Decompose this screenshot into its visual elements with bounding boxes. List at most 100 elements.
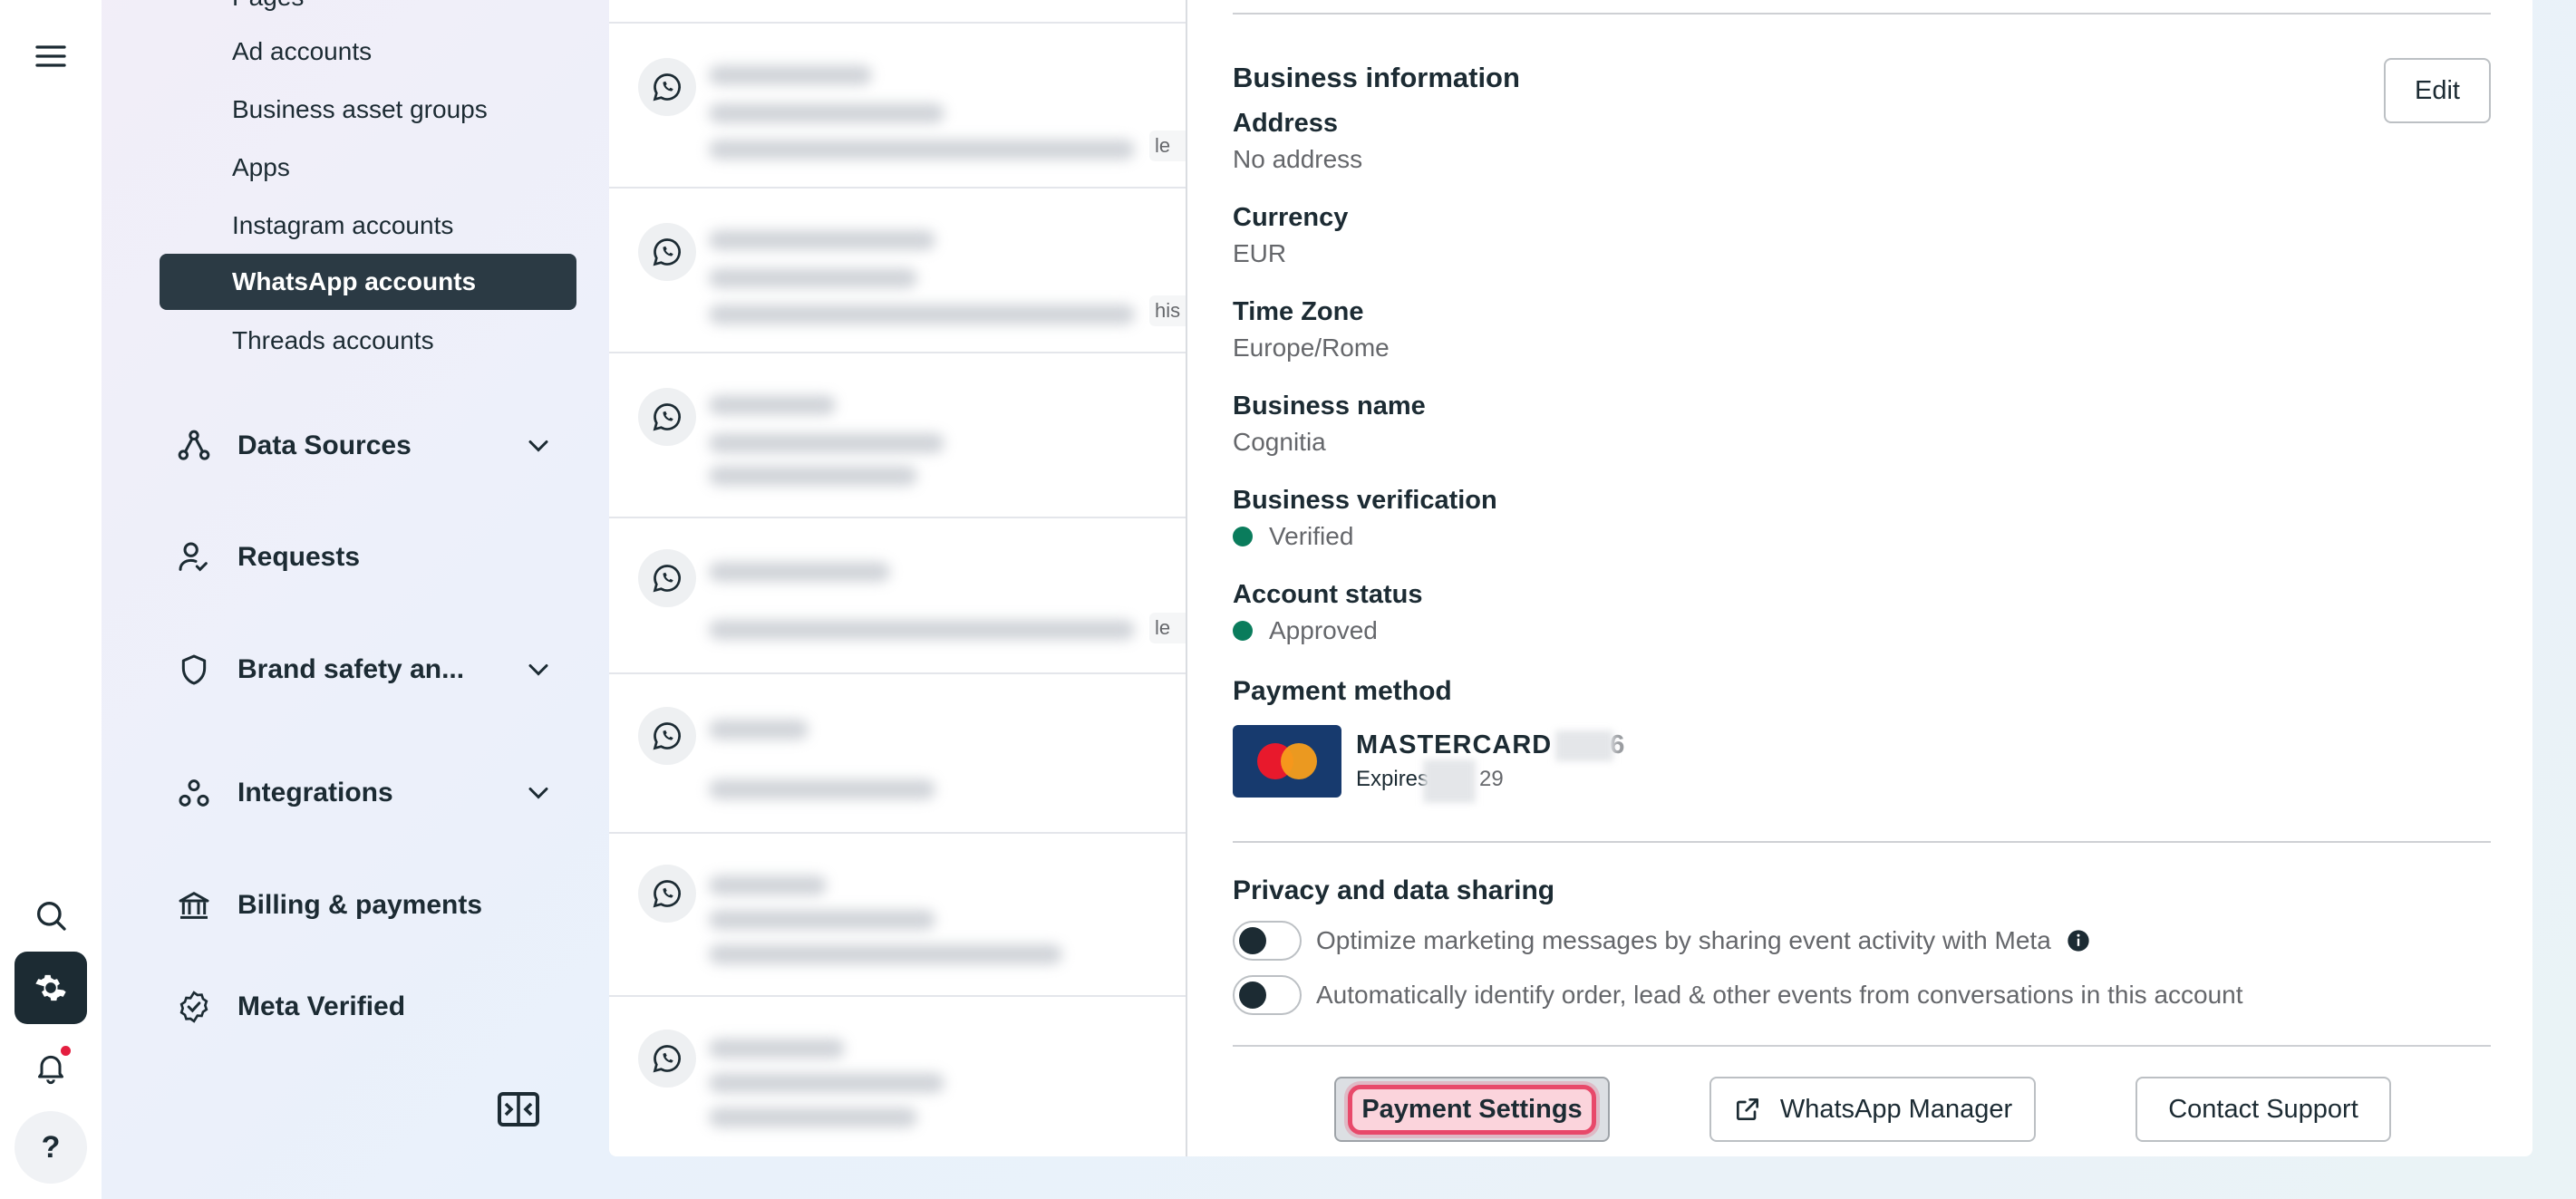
card-brand-text: MASTERCARD xyxy=(1356,730,1553,759)
settings-button[interactable] xyxy=(15,952,87,1024)
nav-label: Billing & payments xyxy=(237,890,483,920)
chevron-down-icon xyxy=(528,440,548,452)
whatsapp-icon-wrapper xyxy=(638,1030,696,1088)
list-item[interactable] xyxy=(609,0,1186,24)
nav-data-sources[interactable]: Data Sources xyxy=(174,414,555,478)
list-item[interactable]: le e xyxy=(609,24,1186,189)
status-dot-green xyxy=(1233,527,1253,546)
whatsapp-icon-wrapper xyxy=(638,58,696,116)
payment-settings-button[interactable]: Payment Settings xyxy=(1334,1077,1610,1142)
business-verification-label: Business verification xyxy=(1233,486,1497,515)
verification-status-text: Verified xyxy=(1269,522,1354,550)
nav-requests[interactable]: Requests xyxy=(174,526,555,589)
sidebar-item-business-asset-groups[interactable]: Business asset groups xyxy=(160,82,576,138)
payment-method-heading: Payment method xyxy=(1233,676,1452,706)
sidebar-item-label: Instagram accounts xyxy=(232,211,454,239)
nav-label: Integrations xyxy=(237,778,393,807)
help-icon: ? xyxy=(41,1129,61,1165)
sidebar-item-label: Apps xyxy=(232,153,290,181)
nav-integrations[interactable]: Integrations xyxy=(174,761,555,825)
gear-icon xyxy=(35,974,66,1001)
whatsapp-icon-wrapper xyxy=(638,549,696,607)
collapse-sidebar-icon[interactable] xyxy=(497,1091,540,1127)
account-status-label: Account status xyxy=(1233,580,1423,609)
mastercard-logo xyxy=(1233,725,1341,798)
sidebar-item-whatsapp-accounts[interactable]: WhatsApp accounts xyxy=(160,254,576,310)
info-icon[interactable] xyxy=(2066,928,2091,953)
chevron-down-icon xyxy=(528,664,548,676)
list-item[interactable]: le e xyxy=(609,518,1186,674)
divider xyxy=(1233,1045,2491,1047)
payment-settings-label: Payment Settings xyxy=(1348,1084,1596,1135)
chevron-down-icon xyxy=(528,788,548,799)
list-item[interactable] xyxy=(609,674,1186,834)
help-button[interactable]: ? xyxy=(15,1111,87,1184)
contact-support-button[interactable]: Contact Support xyxy=(2135,1077,2391,1142)
whatsapp-icon xyxy=(653,238,681,266)
business-name-label: Business name xyxy=(1233,392,1426,421)
toggle-label-text: Optimize marketing messages by sharing e… xyxy=(1316,926,2051,954)
whatsapp-manager-button[interactable]: WhatsApp Manager xyxy=(1709,1077,2036,1142)
whatsapp-icon-wrapper xyxy=(638,223,696,281)
account-detail-panel: Business information Edit Address No add… xyxy=(1186,0,2532,1156)
list-item[interactable]: his xyxy=(609,189,1186,353)
sidebar-item-ad-accounts[interactable]: Ad accounts xyxy=(160,24,576,80)
external-link-icon xyxy=(1736,1098,1758,1120)
sidebar-item-pages[interactable]: Pages xyxy=(160,0,576,25)
sidebar-item-label: Ad accounts xyxy=(232,37,373,65)
edit-button[interactable]: Edit xyxy=(2384,58,2491,123)
sidebar-item-label: Threads accounts xyxy=(232,326,434,354)
account-status: Approved xyxy=(1233,616,1378,645)
contact-support-label: Contact Support xyxy=(2168,1094,2358,1124)
nav-brand-safety[interactable]: Brand safety an... xyxy=(174,638,555,701)
sidebar-item-instagram-accounts[interactable]: Instagram accounts xyxy=(160,198,576,254)
divider xyxy=(1233,841,2491,843)
whatsapp-icon-wrapper xyxy=(638,388,696,446)
timezone-label: Time Zone xyxy=(1233,297,1364,326)
privacy-heading: Privacy and data sharing xyxy=(1233,875,1555,905)
menu-button[interactable] xyxy=(15,20,87,92)
toggle-knob xyxy=(1239,927,1266,954)
list-item[interactable] xyxy=(609,353,1186,518)
auto-identify-events-label: Automatically identify order, lead & oth… xyxy=(1316,981,2243,1009)
search-button[interactable] xyxy=(15,879,87,952)
nav-label: Data Sources xyxy=(237,430,412,460)
notifications-button[interactable] xyxy=(15,1031,87,1104)
row-truncated-text: le e xyxy=(1149,613,1186,643)
whatsapp-icon xyxy=(653,1045,681,1073)
whatsapp-icon xyxy=(653,880,681,908)
business-information-heading: Business information xyxy=(1233,62,1520,93)
timezone-value: Europe/Rome xyxy=(1233,334,1390,362)
notification-dot xyxy=(61,1046,71,1056)
search-icon xyxy=(37,902,66,931)
sidebar-item-threads-accounts[interactable]: Threads accounts xyxy=(160,313,576,369)
list-item[interactable] xyxy=(609,997,1186,1156)
row-truncated-text: his xyxy=(1149,295,1186,326)
nav-billing-payments[interactable]: Billing & payments xyxy=(174,874,555,937)
status-dot-green xyxy=(1233,621,1253,641)
optimize-marketing-label: Optimize marketing messages by sharing e… xyxy=(1316,926,2091,955)
settings-sidebar: Pages Ad accounts Business asset groups … xyxy=(102,0,609,1199)
address-label: Address xyxy=(1233,109,1339,138)
row-truncated-text: le e xyxy=(1149,131,1186,161)
auto-identify-events-toggle[interactable] xyxy=(1233,975,1302,1015)
bank-icon xyxy=(179,892,209,919)
redacted-card-number xyxy=(1555,730,1613,761)
card-expiry-label: Expires xyxy=(1356,767,1429,791)
sidebar-item-apps[interactable]: Apps xyxy=(160,140,576,196)
list-item[interactable] xyxy=(609,834,1186,997)
currency-value: EUR xyxy=(1233,239,1287,267)
nav-meta-verified[interactable]: Meta Verified xyxy=(174,975,555,1039)
sidebar-item-label: WhatsApp accounts xyxy=(232,267,477,295)
sidebar-item-label: Business asset groups xyxy=(232,95,488,123)
verification-status: Verified xyxy=(1233,522,1353,551)
redacted-expiry xyxy=(1423,759,1476,803)
divider xyxy=(1233,13,2491,15)
optimize-marketing-toggle[interactable] xyxy=(1233,921,1302,961)
address-value: No address xyxy=(1233,145,1363,173)
nav-label: Meta Verified xyxy=(237,991,406,1021)
account-status-text: Approved xyxy=(1269,616,1378,644)
whatsapp-icon xyxy=(653,565,681,593)
whatsapp-icon-wrapper xyxy=(638,865,696,923)
icon-rail: ? xyxy=(0,0,102,1199)
